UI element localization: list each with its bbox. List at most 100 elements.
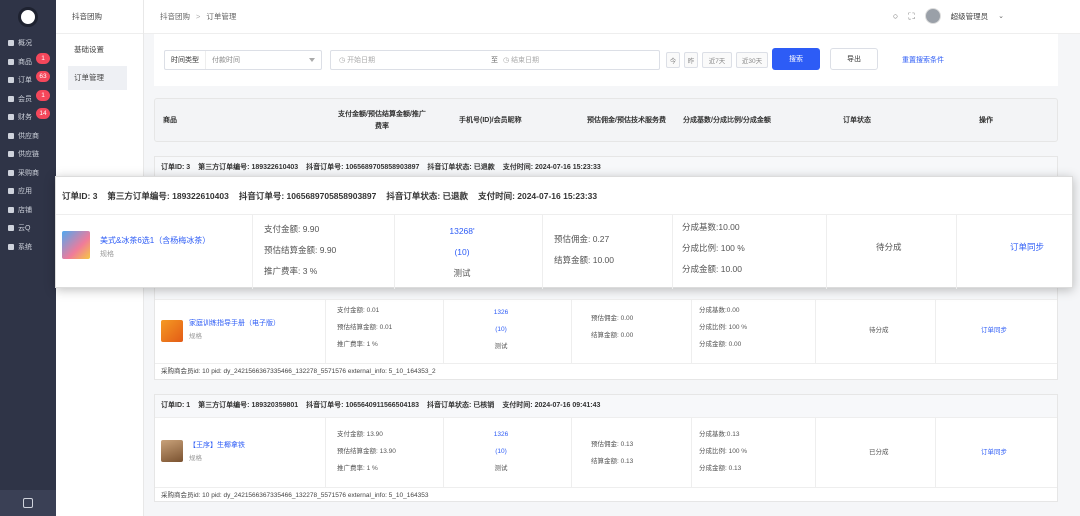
col-status: 订单状态 xyxy=(843,117,871,124)
cart-icon xyxy=(8,169,14,176)
calendar-icon: ◷ xyxy=(339,57,348,64)
sidebar-item[interactable]: 概况 xyxy=(0,34,56,53)
order-card-header: 订单ID: 3 第三方订单编号: 189322610403 抖音订单号: 10656… xyxy=(56,177,1072,215)
order-card: 订单ID: 1 第三方订单编号: 189320359801 抖音订单号: 10656… xyxy=(154,394,1058,502)
order-card-footer: 采购商会员id: 10 pid: dy_2421566367335466_132… xyxy=(155,363,1057,379)
sidebar-item[interactable]: 会员 1 xyxy=(0,89,56,109)
time-type-label: 时间类型 xyxy=(165,51,206,69)
time-type-select[interactable]: 时间类型 付款时间 xyxy=(164,50,322,70)
notification-badge: 14 xyxy=(36,108,50,119)
highlighted-order-row: 订单ID: 3 第三方订单编号: 189322610403 抖音订单号: 10656… xyxy=(55,176,1073,289)
date-range-picker[interactable]: ◷ 开始日期 至 ◷ 结束日期 xyxy=(330,50,660,70)
start-date-input[interactable]: 开始日期 xyxy=(347,55,375,65)
subnav-title: 抖音团购 xyxy=(56,0,143,34)
payment-info: 支付金额: 13.90 预估结算金额: 13.90 推广费率: 1 % xyxy=(337,431,396,472)
col-product: 商品 xyxy=(163,117,177,124)
calendar-icon: ◷ xyxy=(503,57,512,64)
chevron-down-icon xyxy=(309,58,315,62)
chevron-down-icon[interactable]: ⌄ xyxy=(998,12,1004,20)
product-name[interactable]: 美式&冰茶6选1（含杨梅冰茶） xyxy=(100,235,210,246)
sidebar-item-label: 系统 xyxy=(18,243,32,251)
order-sync-link[interactable]: 订单同步 xyxy=(981,444,1007,461)
link-icon xyxy=(8,151,14,158)
sidebar-item[interactable]: 应用 xyxy=(0,182,56,201)
member-info[interactable]: 1326 (10) 测试 xyxy=(451,426,551,477)
status-badge: 已分成 xyxy=(869,449,889,456)
breadcrumb-item-current: 订单管理 xyxy=(206,12,237,21)
product-image[interactable] xyxy=(161,320,183,342)
order-sync-link[interactable]: 订单同步 xyxy=(1010,237,1044,258)
logo-icon xyxy=(18,7,38,27)
quick-today-button[interactable]: 今 xyxy=(666,52,680,68)
member-info[interactable]: 13268' (10) 测试 xyxy=(402,221,522,284)
sidebar-item[interactable]: 供应商 xyxy=(0,127,56,146)
share-info: 分成基数:10.00 分成比例: 100 % 分成金额: 10.00 xyxy=(682,222,745,274)
sidebar-item-label: 应用 xyxy=(18,188,32,196)
user-icon xyxy=(8,95,14,102)
store-icon xyxy=(8,206,14,213)
share-info: 分成基数:0.13 分成比例: 100 % 分成金额: 0.13 xyxy=(699,431,748,472)
notification-badge: 1 xyxy=(36,89,50,101)
export-button[interactable]: 导出 xyxy=(830,48,878,70)
quick-yesterday-button[interactable]: 昨 xyxy=(684,52,698,68)
sidebar-item-label: 云Q xyxy=(18,225,31,233)
share-info: 分成基数:0.00 分成比例: 100 % 分成金额: 0.00 xyxy=(699,307,748,348)
order-sync-link[interactable]: 订单同步 xyxy=(981,322,1007,339)
payment-info: 支付金额: 9.90 预估结算金额: 9.90 推广费率: 3 % xyxy=(264,224,337,276)
wallet-icon xyxy=(8,114,14,121)
notification-badge: 1 xyxy=(36,52,50,64)
fullscreen-icon[interactable]: ⛶ xyxy=(908,11,914,22)
quick-7days-button[interactable]: 近7天 xyxy=(702,52,732,68)
sidebar-item-label: 会员 xyxy=(18,95,32,103)
time-type-value: 付款时间 xyxy=(212,57,240,64)
sidebar-item-label: 店铺 xyxy=(18,206,32,214)
refresh-icon[interactable]: ○ xyxy=(893,11,898,21)
user-name[interactable]: 超级管理员 xyxy=(951,11,989,22)
breadcrumb-item[interactable]: 抖音团购 xyxy=(160,11,190,22)
sidebar-item[interactable]: 云Q xyxy=(0,219,56,238)
subnav-item-order-management[interactable]: 订单管理 xyxy=(68,66,127,90)
subnav-item-basic-settings[interactable]: 基础设置 xyxy=(68,38,127,62)
sidebar-item-label: 商品 xyxy=(18,58,32,66)
chart-icon xyxy=(8,40,14,47)
member-info[interactable]: 1326 (10) 测试 xyxy=(451,304,551,355)
col-commission: 预估佣金/预估技术服务费 xyxy=(587,117,666,124)
sidebar-item[interactable]: 供应链 xyxy=(0,145,56,164)
product-spec: 规格 xyxy=(189,455,202,462)
sidebar-item-label: 供应链 xyxy=(18,151,39,159)
col-member: 手机号(ID)/会员昵称 xyxy=(459,117,522,124)
breadcrumb-separator: > xyxy=(196,12,201,21)
app-logo[interactable] xyxy=(0,0,56,34)
order-card: 家庭训练指导手册（电子版） 规格 支付金额: 0.01 预估结算金额: 0.01 推… xyxy=(154,284,1058,380)
commission-info: 预估佣金: 0.13 结算金额: 0.13 xyxy=(591,441,634,465)
table-row: 【王序】生椰拿铁 规格 支付金额: 13.90 预估结算金额: 13.90 推广费率… xyxy=(155,417,1057,488)
table-header: 商品 支付金额/预估结算金额/推广 费率 手机号(ID)/会员昵称 预估佣金/预估… xyxy=(154,98,1058,142)
status-badge: 待分成 xyxy=(876,242,902,252)
status-badge: 待分成 xyxy=(869,327,889,334)
sidebar-item[interactable]: 采购商 xyxy=(0,164,56,183)
commission-info: 预估佣金: 0.00 结算金额: 0.00 xyxy=(591,315,634,339)
product-spec: 规格 xyxy=(100,251,114,258)
sidebar-item-label: 财务 xyxy=(18,114,32,122)
sidebar-item[interactable]: 商品 1 xyxy=(0,52,56,72)
end-date-input[interactable]: ◷ 结束日期 xyxy=(503,55,539,65)
product-name[interactable]: 【王序】生椰拿铁 xyxy=(189,440,245,450)
sidebar-collapse-button[interactable] xyxy=(0,490,56,516)
filter-bar: 时间类型 付款时间 ◷ 开始日期 至 ◷ 结束日期 今 昨 近7天 近30天 搜… xyxy=(154,34,1058,86)
order-card-footer: 采购商会员id: 10 pid: dy_2421566367335466_132… xyxy=(155,487,1057,503)
col-payment: 支付金额/预估结算金额/推广 费率 xyxy=(338,111,426,130)
sidebar-item[interactable]: 店铺 xyxy=(0,201,56,220)
sidebar-item[interactable]: 财务 14 xyxy=(0,108,56,127)
product-name[interactable]: 家庭训练指导手册（电子版） xyxy=(189,318,280,328)
gear-icon xyxy=(8,243,14,250)
quick-30days-button[interactable]: 近30天 xyxy=(736,52,768,68)
sidebar-item[interactable]: 订单 63 xyxy=(0,71,56,90)
reset-filters-link[interactable]: 重置搜索条件 xyxy=(902,55,944,65)
product-image[interactable] xyxy=(161,440,183,462)
col-share: 分成基数/分成比例/分成金额 xyxy=(683,117,771,124)
avatar[interactable] xyxy=(924,8,941,24)
sidebar-item[interactable]: 系统 xyxy=(0,238,56,257)
table-row: 美式&冰茶6选1（含杨梅冰茶） 规格 支付金额: 9.90 预估结算金额: 9.9… xyxy=(56,215,1072,289)
product-image[interactable] xyxy=(62,231,90,259)
search-button[interactable]: 搜索 xyxy=(772,48,820,70)
